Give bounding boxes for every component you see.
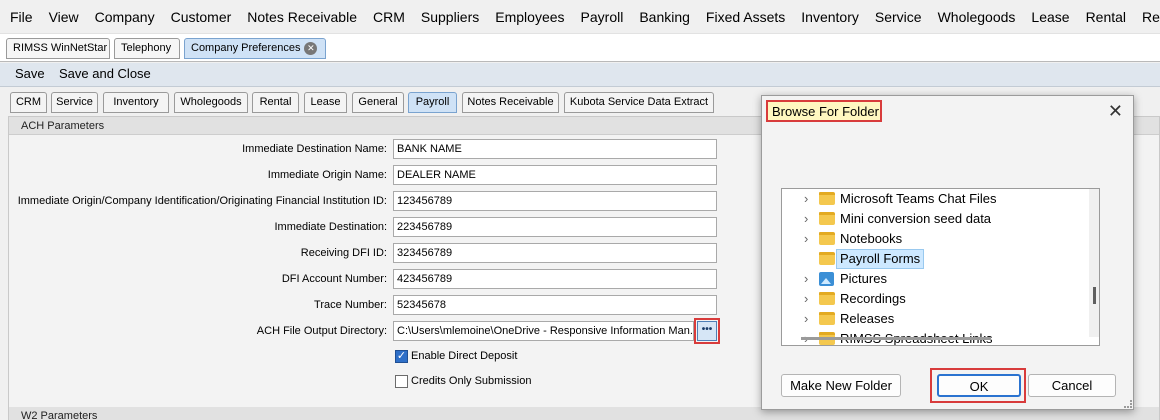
cancel-button[interactable]: Cancel [1028,374,1116,397]
browse-folder-button[interactable]: ••• [697,321,717,341]
ach-output-directory-input[interactable]: C:\Users\mlemoine\OneDrive - Responsive … [393,321,694,341]
menu-rental[interactable]: Rental [1078,0,1134,33]
menu-fixed-assets[interactable]: Fixed Assets [698,0,793,33]
tree-item-mini-conversion-seed-data[interactable]: › Mini conversion seed data [782,209,1082,229]
menu-notes-receivable[interactable]: Notes Receivable [239,0,365,33]
menu-inventory[interactable]: Inventory [793,0,867,33]
field-label-immediate-destination: Immediate Destination: [274,221,388,233]
origin-company-id-input[interactable]: 123456789 [393,191,717,211]
tab-general[interactable]: General [352,92,404,113]
tab-kubota-service-data-extract[interactable]: Kubota Service Data Extract [564,92,714,113]
tree-item-label: Mini conversion seed data [840,211,992,226]
field-label-receiving-dfi-id: Receiving DFI ID: [300,247,387,259]
tab-telephony[interactable]: Telephony [114,38,180,59]
close-icon[interactable]: ✕ [304,41,318,55]
tab-label: Telephony [121,42,172,54]
folder-icon [819,312,835,325]
field-label-origin-company-id: Immediate Origin/Company Identification/… [17,195,387,207]
enable-direct-deposit-label: Enable Direct Deposit [411,350,518,362]
menu-bar: File View Company Customer Notes Receiva… [0,0,1160,34]
tab-company-preferences[interactable]: Company Preferences ✕ [184,38,326,59]
menu-crm[interactable]: CRM [365,0,413,33]
tree-item-label: Recordings [840,291,906,306]
receiving-dfi-id-input[interactable]: 323456789 [393,243,717,263]
enable-direct-deposit-checkbox[interactable]: ✓ [395,350,408,363]
tab-rimss-winnetstar[interactable]: RIMSS WinNetStar [6,38,110,59]
browse-for-folder-dialog: Browse For Folder ✕ › Microsoft Teams Ch… [761,95,1134,410]
dialog-title: Browse For Folder [766,100,882,122]
menu-view[interactable]: View [41,0,87,33]
menu-company[interactable]: Company [87,0,163,33]
tab-service[interactable]: Service [51,92,98,113]
document-tab-strip: RIMSS WinNetStar Telephony Company Prefe… [0,34,1160,62]
tab-crm[interactable]: CRM [10,92,47,113]
menu-customer[interactable]: Customer [163,0,240,33]
tab-notes-receivable[interactable]: Notes Receivable [462,92,559,113]
tab-wholegoods[interactable]: Wholegoods [174,92,248,113]
field-label-dfi-account-number: DFI Account Number: [281,273,387,285]
menu-file[interactable]: File [2,0,41,33]
folder-icon [819,232,835,245]
menu-wholegoods[interactable]: Wholegoods [930,0,1024,33]
save-and-close-button[interactable]: Save and Close [54,63,156,85]
toolbar: Save Save and Close [0,63,1160,87]
menu-payroll[interactable]: Payroll [573,0,632,33]
trace-number-input[interactable]: 52345678 [393,295,717,315]
tree-item-label: Releases [840,311,895,326]
menu-service[interactable]: Service [867,0,930,33]
origin-name-input[interactable]: DEALER NAME [393,165,717,185]
tab-inventory[interactable]: Inventory [103,92,169,113]
menu-banking[interactable]: Banking [631,0,698,33]
field-label-origin-name: Immediate Origin Name: [267,169,387,181]
scrollbar-thumb[interactable] [1093,287,1096,304]
credits-only-submission-label: Credits Only Submission [411,375,532,387]
credits-only-submission-checkbox[interactable] [395,375,408,388]
save-button[interactable]: Save [10,63,50,85]
tab-rental[interactable]: Rental [252,92,299,113]
menu-employees[interactable]: Employees [487,0,572,33]
folder-icon [819,212,835,225]
tree-item-recordings[interactable]: › Recordings [782,289,1082,309]
destination-name-input[interactable]: BANK NAME [393,139,717,159]
resize-grip-icon[interactable] [1124,400,1132,408]
tab-lease[interactable]: Lease [304,92,347,113]
close-icon[interactable]: ✕ [1108,99,1123,123]
field-label-trace-number: Trace Number: [314,299,387,311]
make-new-folder-button[interactable]: Make New Folder [781,374,901,397]
tree-item-label: Microsoft Teams Chat Files [840,191,997,206]
folder-tree[interactable]: › Microsoft Teams Chat Files › Mini conv… [781,188,1100,346]
tab-label: Company Preferences [191,42,301,54]
tree-item-label: Payroll Forms [836,249,925,269]
tree-item-payroll-forms[interactable]: Payroll Forms [782,249,1082,269]
tree-item-pictures[interactable]: › Pictures [782,269,1082,289]
tab-payroll[interactable]: Payroll [408,92,457,113]
chevron-right-icon[interactable]: › [804,189,808,209]
vertical-scrollbar[interactable] [1089,189,1099,337]
menu-suppliers[interactable]: Suppliers [413,0,487,33]
menu-lease[interactable]: Lease [1023,0,1077,33]
chevron-right-icon[interactable]: › [804,209,808,229]
tree-item-microsoft-teams-chat-files[interactable]: › Microsoft Teams Chat Files [782,189,1082,209]
tab-label: RIMSS WinNetStar [13,42,108,54]
tree-item-label: Pictures [840,271,887,286]
chevron-right-icon[interactable]: › [804,309,808,329]
folder-icon [819,252,835,265]
tree-item-notebooks[interactable]: › Notebooks [782,229,1082,249]
pictures-icon [819,272,834,286]
chevron-right-icon[interactable]: › [804,229,808,249]
menu-reports[interactable]: Reports [1134,0,1160,33]
ok-button[interactable]: OK [937,374,1021,397]
folder-icon [819,292,835,305]
folder-icon [819,192,835,205]
immediate-destination-input[interactable]: 223456789 [393,217,717,237]
horizontal-scrollbar[interactable] [801,337,991,340]
chevron-right-icon[interactable]: › [804,269,808,289]
tree-item-label: Notebooks [840,231,903,246]
chevron-right-icon[interactable]: › [804,289,808,309]
tree-item-releases[interactable]: › Releases [782,309,1082,329]
field-label-destination-name: Immediate Destination Name: [242,143,387,155]
field-label-ach-output-directory: ACH File Output Directory: [256,325,387,337]
dfi-account-number-input[interactable]: 423456789 [393,269,717,289]
